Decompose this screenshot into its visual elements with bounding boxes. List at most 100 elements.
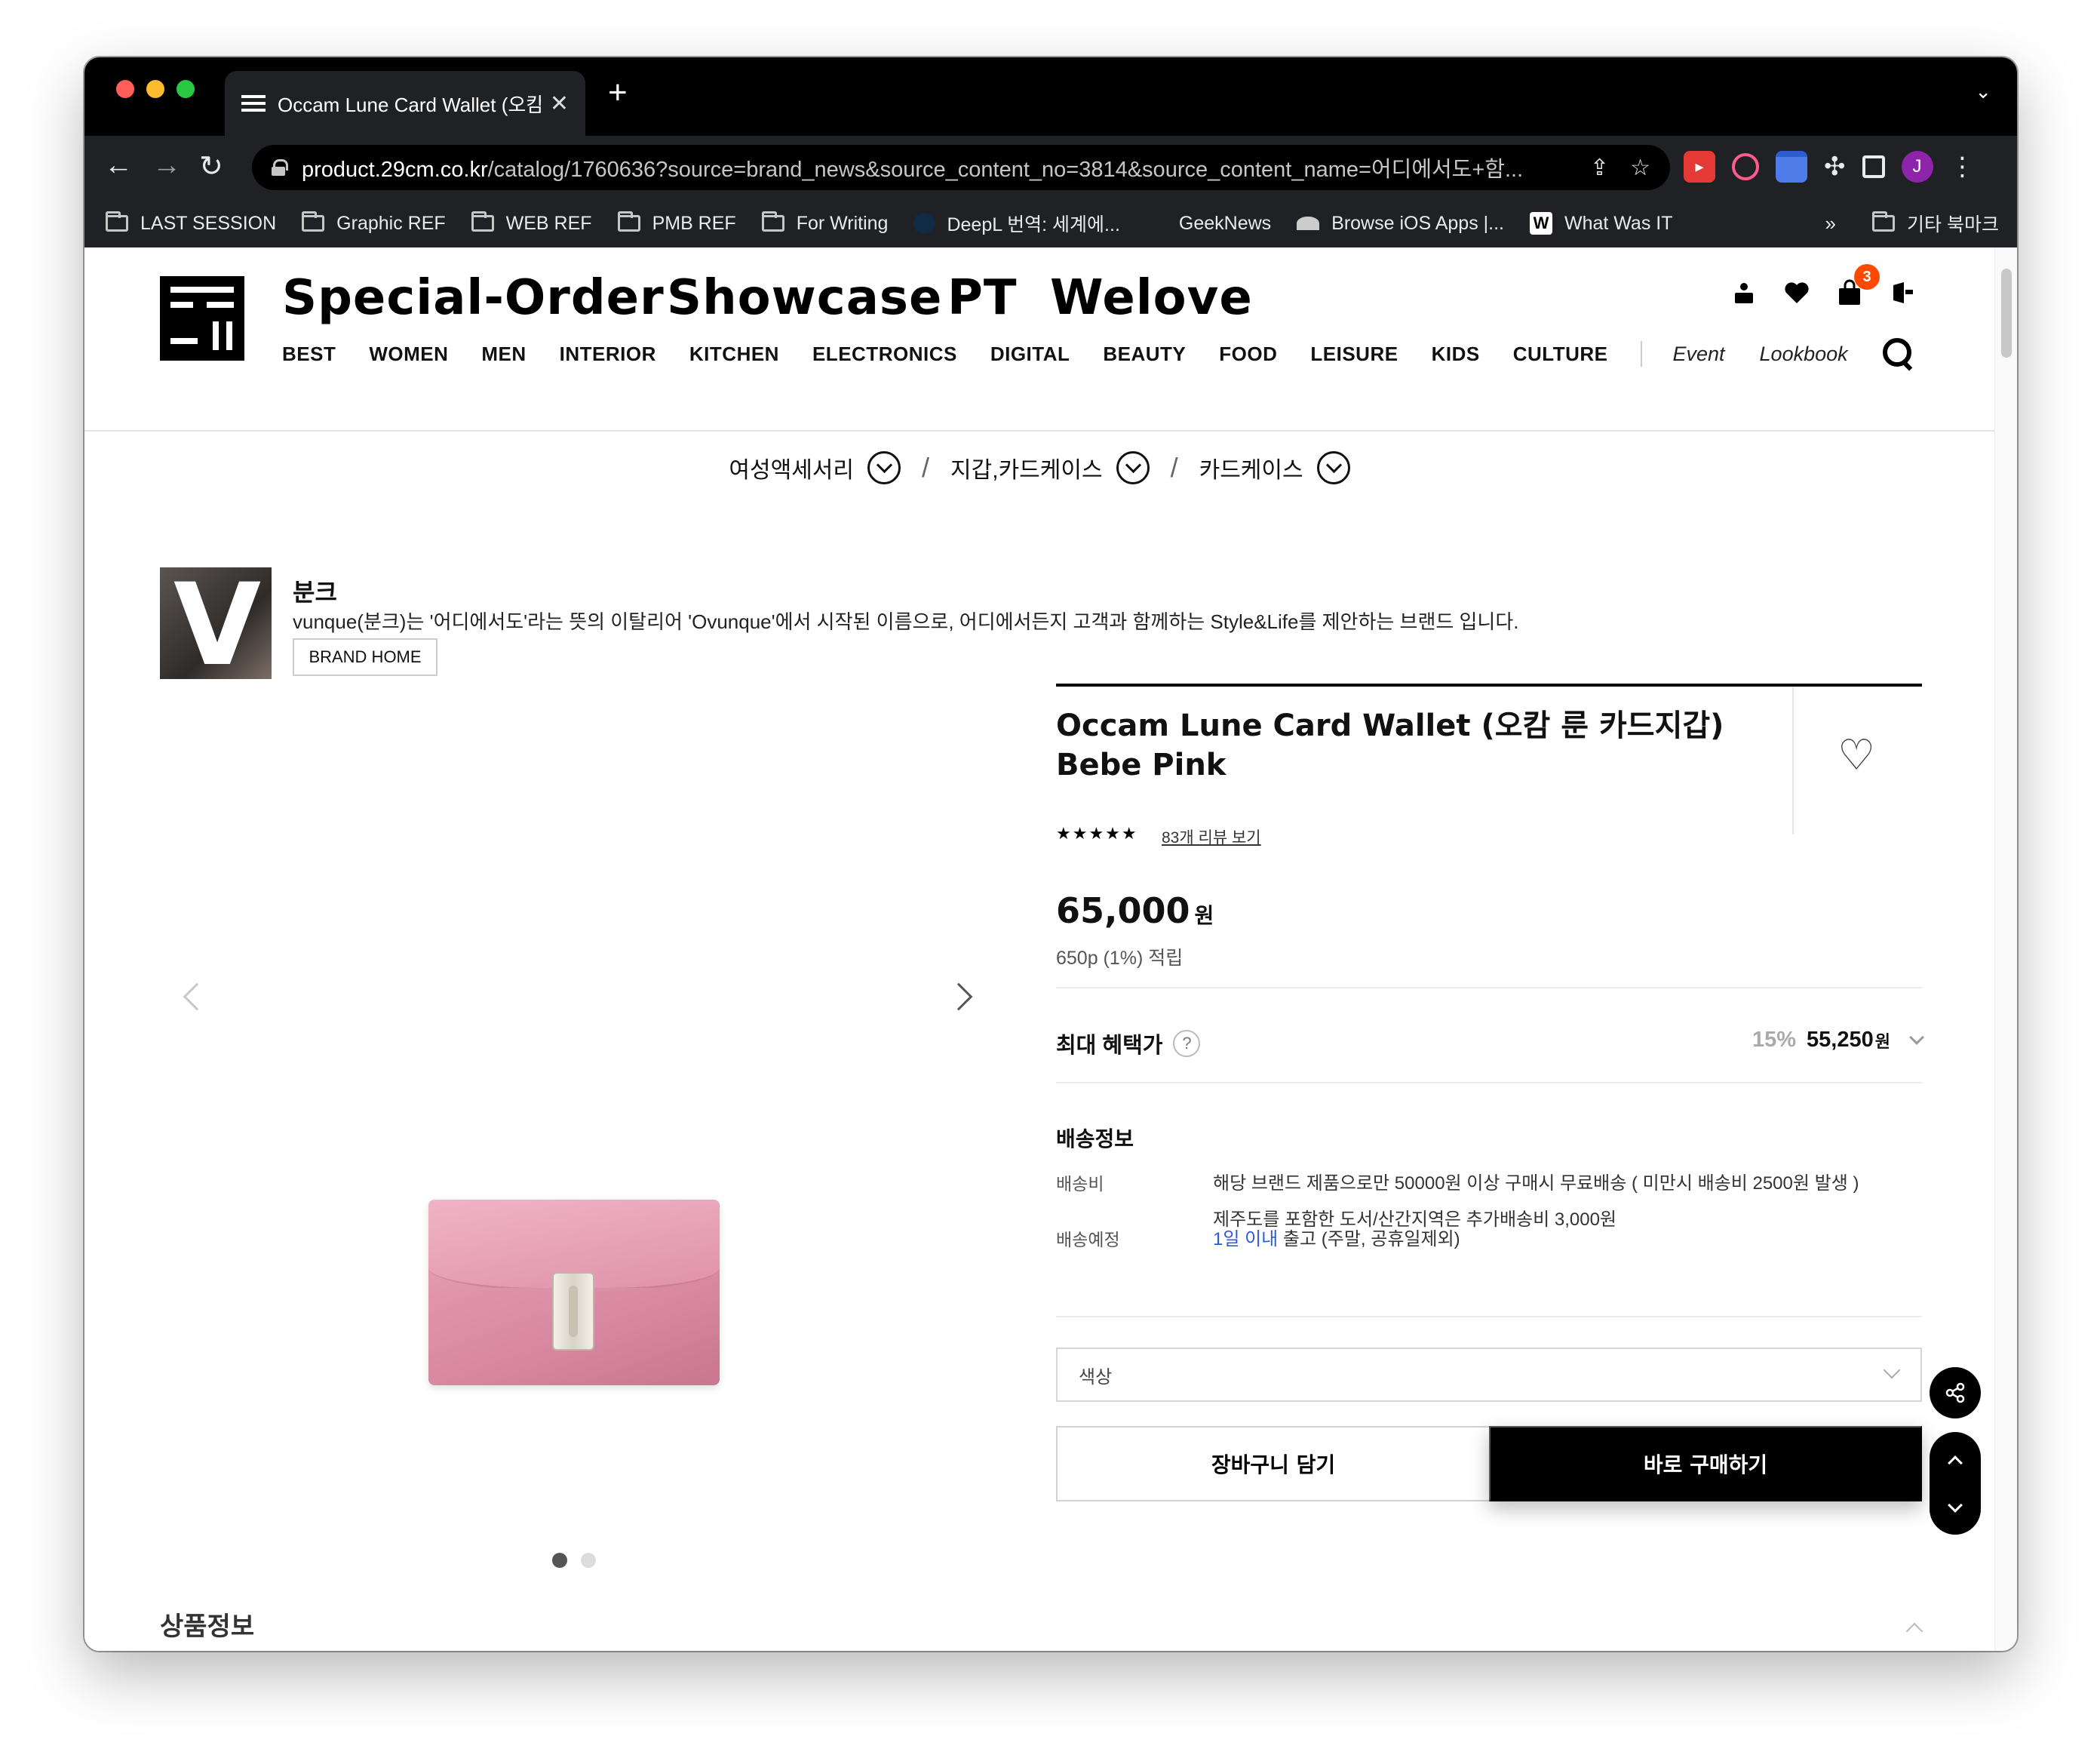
extensions-puzzle-icon[interactable]: ✣ [1824,152,1846,182]
chevron-down-icon[interactable] [1316,451,1350,484]
url-text[interactable]: product.29cm.co.kr/catalog/1760636?sourc… [302,152,1569,183]
category-showcase[interactable]: Showcase [667,270,942,326]
nav-leisure[interactable]: LEISURE [1310,343,1398,366]
gallery-dot-2[interactable] [581,1553,596,1568]
buy-now-button[interactable]: 바로 구매하기 [1489,1426,1922,1501]
side-panel-icon[interactable] [1862,155,1885,178]
lock-icon[interactable] [272,159,288,176]
logout-icon[interactable] [1887,278,1917,308]
bookmark-last-session[interactable]: LAST SESSION [106,211,276,235]
nav-best[interactable]: BEST [282,343,336,366]
tab-bar: Occam Lune Card Wallet (오캄 … ✕ + ⌄ [84,57,2017,136]
product-price: 65,000 원 [1056,890,1214,931]
nav-culture[interactable]: CULTURE [1513,343,1608,366]
share-page-icon[interactable]: ⇪ [1590,155,1609,181]
chevron-up-icon[interactable] [1905,1622,1923,1640]
bookmark-geeknews[interactable]: GeekNews [1146,213,1271,235]
bookmark-pmb-ref[interactable]: PMB REF [617,211,736,235]
max-benefit-toggle[interactable]: 15% 55,250 원 [1752,1028,1924,1053]
title-divider [1792,687,1794,834]
maximize-window-button[interactable] [177,80,195,98]
bookmark-web-ref[interactable]: WEB REF [471,211,592,235]
nav-men[interactable]: MEN [481,343,526,366]
wishlist-heart-icon[interactable]: ♡ [1838,730,1875,780]
cart-icon[interactable]: 3 [1834,264,1880,308]
add-to-cart-button[interactable]: 장바구니 담기 [1056,1426,1491,1501]
bookmark-graphic-ref[interactable]: Graphic REF [302,211,446,235]
breadcrumb-womens-accessories[interactable]: 여성액세서리 [729,451,901,484]
new-tab-button[interactable]: + [608,74,628,112]
scroll-top-icon[interactable] [1948,1455,1963,1471]
chevron-down-icon[interactable] [867,451,901,484]
nav-lookbook[interactable]: Lookbook [1760,343,1848,366]
nav-digital[interactable]: DIGITAL [990,343,1070,366]
active-tab[interactable]: Occam Lune Card Wallet (오캄 … ✕ [225,71,585,136]
color-select[interactable]: 색상 [1056,1348,1922,1402]
tab-search-chevron-icon[interactable]: ⌄ [1975,80,1991,103]
scrollbar-thumb[interactable] [2001,269,2012,358]
blue-extension-icon[interactable] [1776,151,1807,183]
divider [1056,1082,1922,1083]
w-icon: W [1529,212,1552,235]
nav-beauty[interactable]: BEAUTY [1103,343,1186,366]
pink-extension-icon[interactable] [1732,153,1759,180]
chevron-down-icon[interactable] [1116,451,1150,484]
bookmark-star-icon[interactable]: ☆ [1630,155,1650,181]
nav-event[interactable]: Event [1672,343,1724,366]
gallery-dot-1[interactable] [552,1553,567,1568]
reload-icon[interactable]: ↻ [199,149,223,183]
chevron-down-icon[interactable] [1909,1029,1924,1045]
brand-name[interactable]: 분크 [293,573,337,608]
brand-thumbnail[interactable]: V [160,567,272,679]
tab-close-icon[interactable]: ✕ [550,91,569,117]
product-info-title[interactable]: 상품정보 [160,1606,254,1643]
browser-menu-icon[interactable]: ⋮ [1950,152,1976,182]
brand-home-button[interactable]: BRAND HOME [293,638,438,676]
bookmark-deepl[interactable]: DeepL 번역: 세계에... [913,210,1120,237]
more-bookmarks-button[interactable]: » [1825,212,1836,235]
address-bar[interactable]: product.29cm.co.kr/catalog/1760636?sourc… [252,145,1670,190]
bookmark-what-was-it[interactable]: W What Was IT [1529,212,1673,235]
category-welove[interactable]: Welove [1050,270,1253,326]
breadcrumb-wallets[interactable]: 지갑,카드케이스 [950,451,1150,484]
back-arrow-icon[interactable]: ← [104,149,133,182]
breadcrumb-card-cases[interactable]: 카드케이스 [1199,451,1350,484]
benefit-percent: 15% [1752,1028,1797,1052]
wallet-clasp [552,1272,594,1351]
my-page-icon[interactable] [1729,278,1759,308]
bookmark-ios-apps[interactable]: Browse iOS Apps |... [1297,213,1504,235]
forward-arrow-icon[interactable]: → [152,149,181,182]
profile-avatar[interactable]: J [1901,151,1933,183]
nav-kids[interactable]: KIDS [1432,343,1480,366]
category-pt[interactable]: PT [947,270,1018,326]
minimize-window-button[interactable] [146,80,164,98]
product-image [428,1200,720,1385]
bookmark-for-writing[interactable]: For Writing [761,211,888,235]
search-icon[interactable] [1881,337,1916,371]
share-icon[interactable] [1930,1367,1981,1418]
nav-interior[interactable]: INTERIOR [560,343,656,366]
scroll-bottom-icon[interactable] [1948,1498,1963,1513]
tab-title: Occam Lune Card Wallet (오캄 … [278,93,541,116]
cart-count-badge: 3 [1854,264,1880,290]
review-link[interactable]: 83개 리뷰 보기 [1162,825,1261,848]
folder-icon [761,211,784,232]
nav-food[interactable]: FOOD [1219,343,1277,366]
other-bookmarks-folder[interactable]: 기타 북마크 [1872,210,1999,237]
nav-electronics[interactable]: ELECTRONICS [812,343,957,366]
help-icon[interactable]: ? [1173,1030,1201,1057]
shipping-title: 배송정보 [1056,1127,1134,1151]
nav-divider [1641,341,1643,367]
site-logo[interactable] [160,276,244,361]
page-scrollbar[interactable] [1994,247,2017,1651]
gallery-prev-arrow-icon[interactable] [183,982,211,1011]
red-extension-icon[interactable]: ▸ [1684,151,1715,183]
divider [1056,987,1922,988]
nav-women[interactable]: WOMEN [369,343,448,366]
folder-icon [1872,211,1896,232]
gallery-next-arrow-icon[interactable] [944,982,973,1011]
heart-icon[interactable] [1782,278,1812,308]
close-window-button[interactable] [116,80,134,98]
nav-kitchen[interactable]: KITCHEN [689,343,779,366]
category-special-order[interactable]: Special-Order [282,270,665,326]
